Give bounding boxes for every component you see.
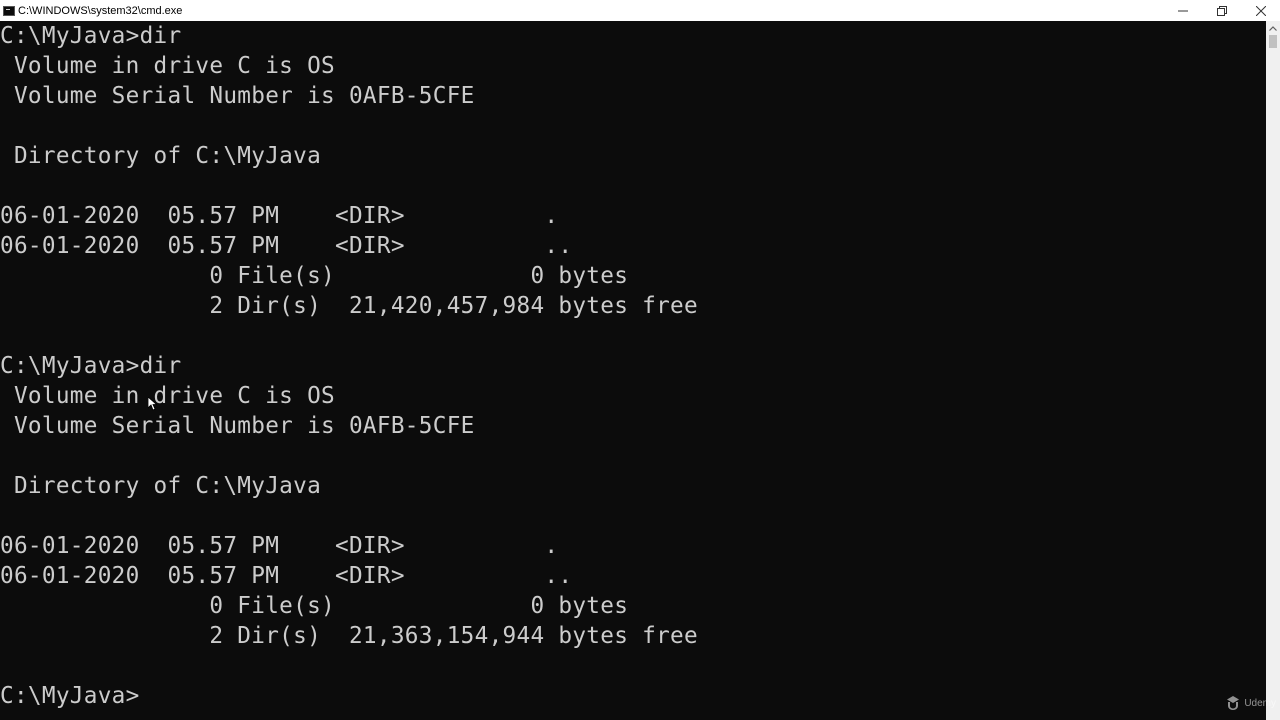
restore-icon (1216, 5, 1227, 16)
console-line: Volume in drive C is OS (0, 53, 336, 79)
console-line: 0 File(s) 0 bytes (0, 263, 629, 289)
udemy-logo-icon (1227, 696, 1240, 710)
close-button[interactable] (1241, 0, 1280, 21)
mouse-cursor-icon (147, 396, 158, 416)
console-line: C:\MyJava> (0, 683, 140, 709)
console-line: 2 Dir(s) 21,420,457,984 bytes free (0, 293, 698, 319)
restore-button[interactable] (1202, 0, 1241, 21)
console-line: 06-01-2020 05.57 PM <DIR> . (0, 203, 559, 229)
console-line: Directory of C:\MyJava (0, 473, 322, 499)
console-line: Directory of C:\MyJava (0, 143, 322, 169)
console-line: 0 File(s) 0 bytes (0, 593, 629, 619)
vertical-scrollbar[interactable] (1266, 21, 1280, 720)
chevron-up-icon (1269, 25, 1277, 31)
console-line: C:\MyJava>dir (0, 353, 182, 379)
cmd-app-icon[interactable] (3, 5, 15, 16)
window-controls (1163, 0, 1280, 21)
udemy-watermark: Udemy (1226, 696, 1276, 710)
scroll-up-button[interactable] (1266, 21, 1280, 35)
close-icon (1255, 5, 1266, 16)
watermark-text: Udemy (1244, 697, 1276, 709)
console-line: 06-01-2020 05.57 PM <DIR> .. (0, 233, 573, 259)
console-output[interactable]: C:\MyJava>dir Volume in drive C is OS Vo… (0, 21, 1266, 720)
console-line: Volume in drive C is OS (0, 383, 336, 409)
scroll-thumb[interactable] (1269, 35, 1277, 48)
minimize-button[interactable] (1163, 0, 1202, 21)
console-line: Volume Serial Number is 0AFB-5CFE (0, 413, 475, 439)
console-line: 2 Dir(s) 21,363,154,944 bytes free (0, 623, 698, 649)
console-line: Volume Serial Number is 0AFB-5CFE (0, 83, 475, 109)
cmd-window: C:\WINDOWS\system32\cmd.exe C:\MyJava>di… (0, 0, 1280, 720)
console-line: 06-01-2020 05.57 PM <DIR> . (0, 533, 559, 559)
window-title: C:\WINDOWS\system32\cmd.exe (18, 4, 183, 17)
console-line: 06-01-2020 05.57 PM <DIR> .. (0, 563, 573, 589)
title-bar[interactable]: C:\WINDOWS\system32\cmd.exe (0, 0, 1280, 21)
minimize-icon (1177, 10, 1188, 11)
console-line: C:\MyJava>dir (0, 23, 182, 49)
